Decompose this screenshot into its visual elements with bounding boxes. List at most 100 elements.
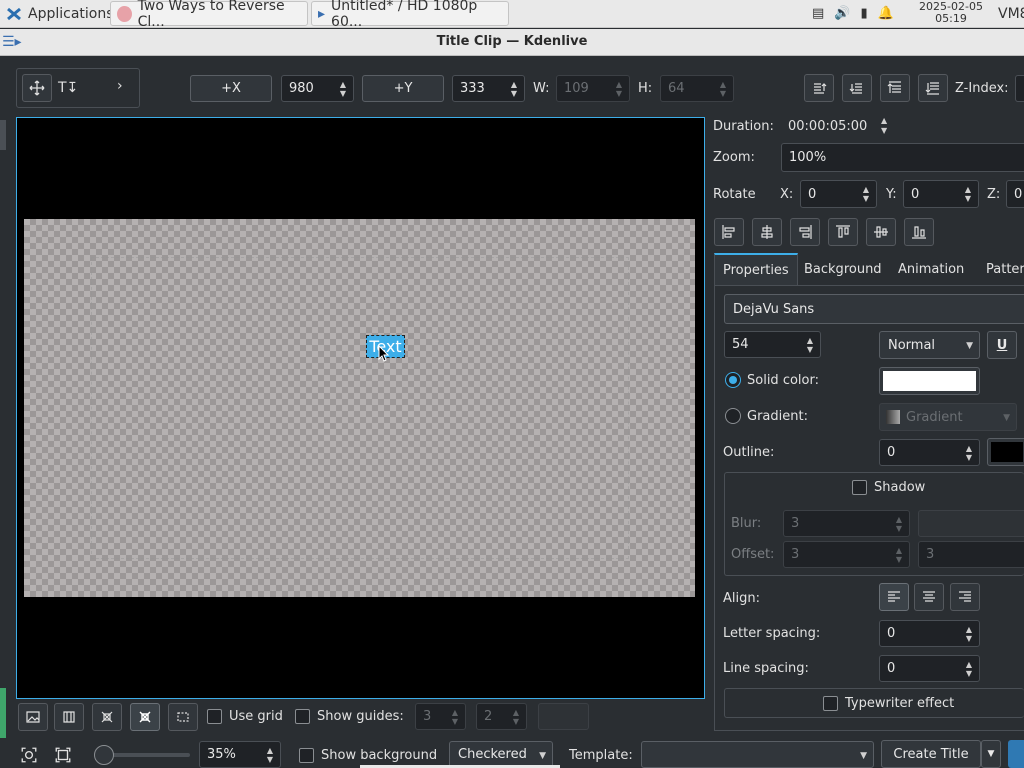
zoom-percent-spinbox[interactable]: 35% ▲ ▼ — [199, 741, 281, 768]
x-position-spinbox[interactable]: 980 ▲ ▼ — [281, 75, 354, 102]
clock[interactable]: 2025-02-05 05:19 — [916, 1, 986, 25]
typewriter-checkbox[interactable] — [823, 696, 838, 711]
outline-spinbox[interactable]: 0 ▲ ▼ — [879, 439, 980, 466]
spin-arrows-icon[interactable]: ▲ ▼ — [336, 76, 350, 101]
battery-icon[interactable]: ▮ — [860, 6, 867, 21]
tab-properties[interactable]: Properties — [714, 253, 798, 285]
network-icon[interactable]: ▤ — [812, 6, 824, 21]
align-right-button[interactable] — [790, 218, 820, 246]
spin-arrows-icon[interactable]: ▲ ▼ — [716, 76, 730, 101]
plus-x-button[interactable]: +X — [190, 75, 272, 102]
notification-bell-icon[interactable]: 🔔 — [878, 6, 894, 21]
rectangle-select-button[interactable] — [168, 703, 198, 731]
insert-image-button[interactable] — [18, 703, 48, 731]
guides-vertical-spinbox[interactable]: 3 ▲ ▼ — [415, 703, 466, 730]
template-combo[interactable]: ▼ — [641, 741, 874, 768]
send-to-bottom-button[interactable] — [918, 74, 948, 102]
letter-spacing-spinbox[interactable]: 0 ▲ ▼ — [879, 620, 980, 647]
z-index-spinbox[interactable] — [1015, 75, 1024, 102]
align-vcenter-button[interactable] — [866, 218, 896, 246]
shadow-checkbox[interactable] — [852, 480, 867, 495]
plus-y-button[interactable]: +Y — [362, 75, 444, 102]
zoom-input[interactable]: 100% — [781, 143, 1024, 172]
spin-arrows-icon[interactable]: ▲ ▼ — [892, 511, 906, 536]
select-tool-button[interactable] — [22, 74, 52, 102]
solid-color-radio[interactable] — [725, 372, 741, 388]
rotate-y-spinbox[interactable]: 0 ▲ ▼ — [903, 180, 979, 208]
width-spinbox[interactable]: 109 ▲ ▼ — [556, 75, 630, 102]
gradient-radio[interactable] — [725, 408, 741, 424]
text-align-right-button[interactable] — [950, 583, 980, 611]
spin-arrows-icon[interactable]: ▲ ▼ — [962, 621, 976, 646]
align-top-button[interactable] — [828, 218, 858, 246]
duration-spin-icon[interactable]: ▲ ▼ — [881, 116, 887, 136]
shadow-color-picker[interactable] — [918, 510, 1024, 537]
insert-rect-button[interactable] — [54, 703, 84, 731]
user-label[interactable]: VM8 — [992, 1, 1024, 26]
font-weight-combo[interactable]: Normal ▼ — [879, 331, 980, 359]
background-mode-combo[interactable]: Checkered ▼ — [449, 741, 553, 768]
tab-pattern[interactable]: Patter — [978, 253, 1024, 285]
use-grid-checkbox[interactable] — [207, 709, 222, 724]
height-spinbox[interactable]: 64 ▲ ▼ — [660, 75, 734, 102]
font-family-combo[interactable]: DejaVu Sans — [724, 294, 1024, 324]
create-title-menu-chevron-icon[interactable]: ▼ — [981, 740, 1001, 768]
font-size-spinbox[interactable]: 54 ▲ ▼ — [724, 331, 821, 358]
show-background-checkbox[interactable] — [299, 748, 314, 763]
offset-x-spinbox[interactable]: 3 ▲ ▼ — [783, 541, 910, 568]
raise-item-button[interactable] — [804, 74, 834, 102]
solid-color-picker[interactable] — [879, 367, 980, 395]
spin-arrows-icon[interactable]: ▲ ▼ — [263, 742, 277, 767]
show-guides-checkbox[interactable] — [295, 709, 310, 724]
lower-item-button[interactable] — [842, 74, 872, 102]
window-titlebar[interactable]: ☰▸ Title Clip — Kdenlive — [0, 29, 1024, 56]
guides-color-picker[interactable] — [538, 703, 589, 730]
text-align-left-button[interactable] — [879, 583, 909, 611]
spin-arrows-icon[interactable]: ▲ ▼ — [509, 704, 523, 729]
tab-animation[interactable]: Animation — [890, 253, 972, 285]
guides-horizontal-spinbox[interactable]: 2 ▲ ▼ — [476, 703, 527, 730]
spin-arrows-icon[interactable]: ▲ ▼ — [859, 181, 873, 207]
show-background-label: Show background — [321, 748, 438, 763]
rotate-z-spinbox[interactable]: 0 — [1006, 180, 1024, 208]
underline-button[interactable]: U — [987, 331, 1017, 359]
blur-spinbox[interactable]: 3 ▲ ▼ — [783, 510, 910, 537]
bring-to-top-button[interactable] — [880, 74, 910, 102]
text-tool-icon[interactable]: T↧ — [58, 80, 78, 96]
volume-icon[interactable]: 🔊 — [834, 6, 850, 21]
height-label: H: — [638, 81, 653, 96]
duration-label: Duration: — [713, 119, 774, 134]
align-left-button[interactable] — [714, 218, 744, 246]
text-align-center-button[interactable] — [914, 583, 944, 611]
gradient-combo[interactable]: Gradient ▼ — [879, 403, 1017, 431]
zoom-slider-handle[interactable] — [94, 745, 114, 765]
taskbar-window-kdenlive[interactable]: ▸ Untitled* / HD 1080p 60... — [311, 0, 509, 30]
zoom-fit-icon[interactable] — [20, 746, 38, 764]
select-all-button[interactable] — [130, 703, 160, 731]
taskbar-window-browser-label: Two Ways to Reverse Cl... — [137, 0, 285, 30]
offset-y-spinbox[interactable]: 3 — [918, 541, 1024, 568]
spin-arrows-icon[interactable]: ▲ ▼ — [448, 704, 462, 729]
duration-value[interactable]: 00:00:05:00 — [788, 119, 867, 134]
spin-arrows-icon[interactable]: ▲ ▼ — [803, 332, 817, 357]
spin-arrows-icon[interactable]: ▲ ▼ — [507, 76, 521, 101]
rotate-x-spinbox[interactable]: 0 ▲ ▼ — [800, 180, 877, 208]
spin-arrows-icon[interactable]: ▲ ▼ — [961, 181, 975, 207]
outline-color-picker[interactable] — [987, 438, 1024, 466]
zoom-original-icon[interactable] — [54, 746, 72, 764]
tab-background[interactable]: Background — [796, 253, 890, 285]
taskbar-window-kdenlive-label: Untitled* / HD 1080p 60... — [331, 0, 478, 30]
line-spacing-spinbox[interactable]: 0 ▲ ▼ — [879, 655, 980, 682]
y-position-spinbox[interactable]: 333 ▲ ▼ — [452, 75, 525, 102]
align-bottom-button[interactable] — [904, 218, 934, 246]
spin-arrows-icon[interactable]: ▲ ▼ — [962, 656, 976, 681]
spin-arrows-icon[interactable]: ▲ ▼ — [962, 440, 976, 465]
ok-button-edge[interactable] — [1008, 740, 1024, 768]
taskbar-window-browser[interactable]: Two Ways to Reverse Cl... — [110, 0, 308, 30]
align-hcenter-button[interactable] — [752, 218, 782, 246]
unselect-button[interactable] — [92, 703, 122, 731]
more-tools-chevron-icon[interactable]: › — [117, 78, 123, 94]
create-title-button[interactable]: Create Title — [881, 740, 981, 768]
spin-arrows-icon[interactable]: ▲ ▼ — [892, 542, 906, 567]
spin-arrows-icon[interactable]: ▲ ▼ — [612, 76, 626, 101]
